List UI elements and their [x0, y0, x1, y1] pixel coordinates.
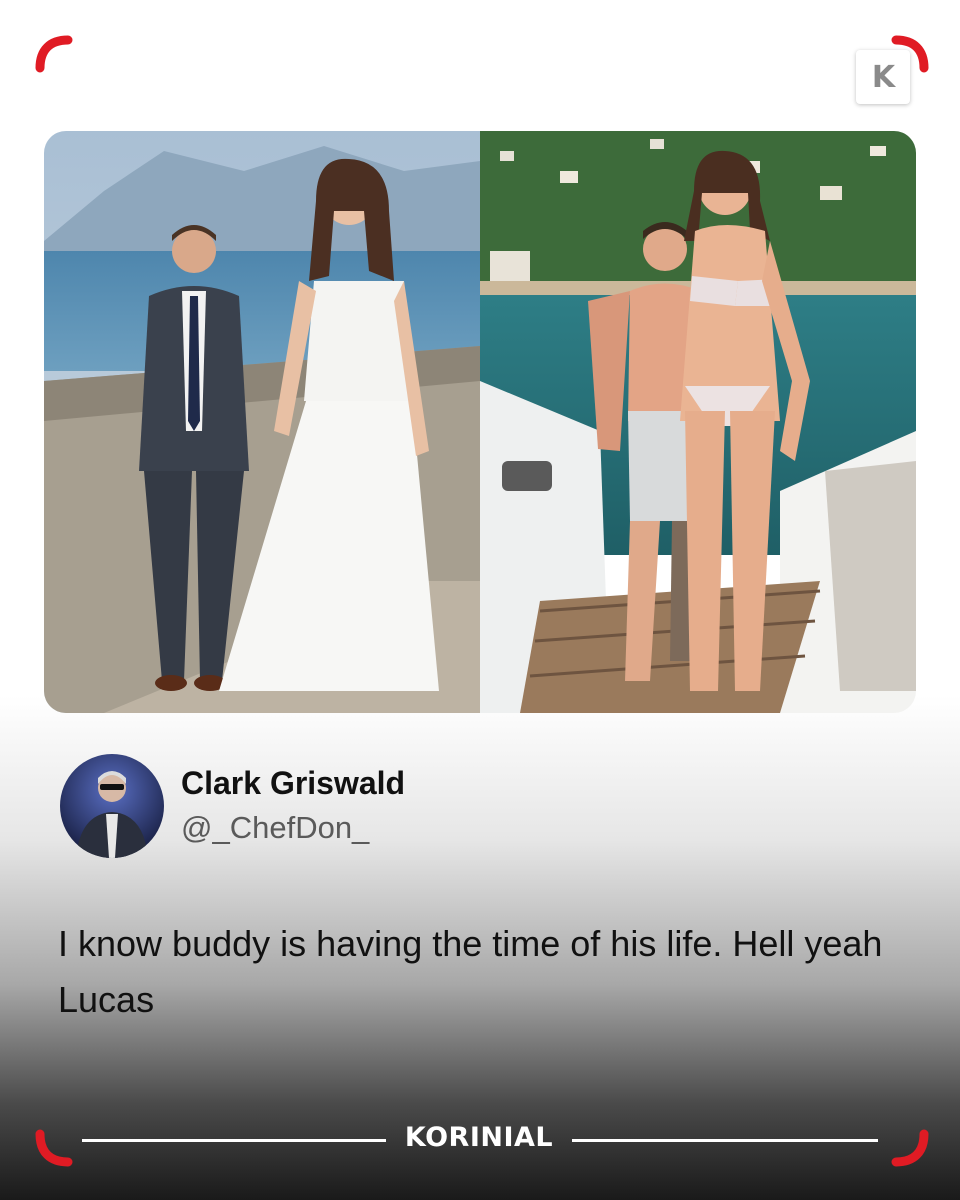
brand-logo-badge: K [856, 50, 910, 104]
corner-accent-bottom-left [34, 1128, 74, 1168]
brand-logo-letter: K [871, 59, 895, 95]
post-text: I know buddy is having the time of his l… [58, 923, 883, 1020]
author-handle[interactable]: @_ChefDon_ [181, 810, 369, 846]
author-display-name[interactable]: Clark Griswald [181, 765, 405, 802]
corner-accent-top-left [34, 34, 74, 74]
yacht-photo [480, 131, 916, 713]
photo-collage [44, 131, 916, 713]
footer-divider-right [572, 1139, 878, 1142]
corner-accent-bottom-right [890, 1128, 930, 1168]
profile-avatar[interactable] [60, 754, 164, 858]
footer-divider-left [82, 1139, 386, 1142]
footer-brand-name: KORINIAL [404, 1122, 554, 1153]
wedding-photo [44, 131, 480, 713]
